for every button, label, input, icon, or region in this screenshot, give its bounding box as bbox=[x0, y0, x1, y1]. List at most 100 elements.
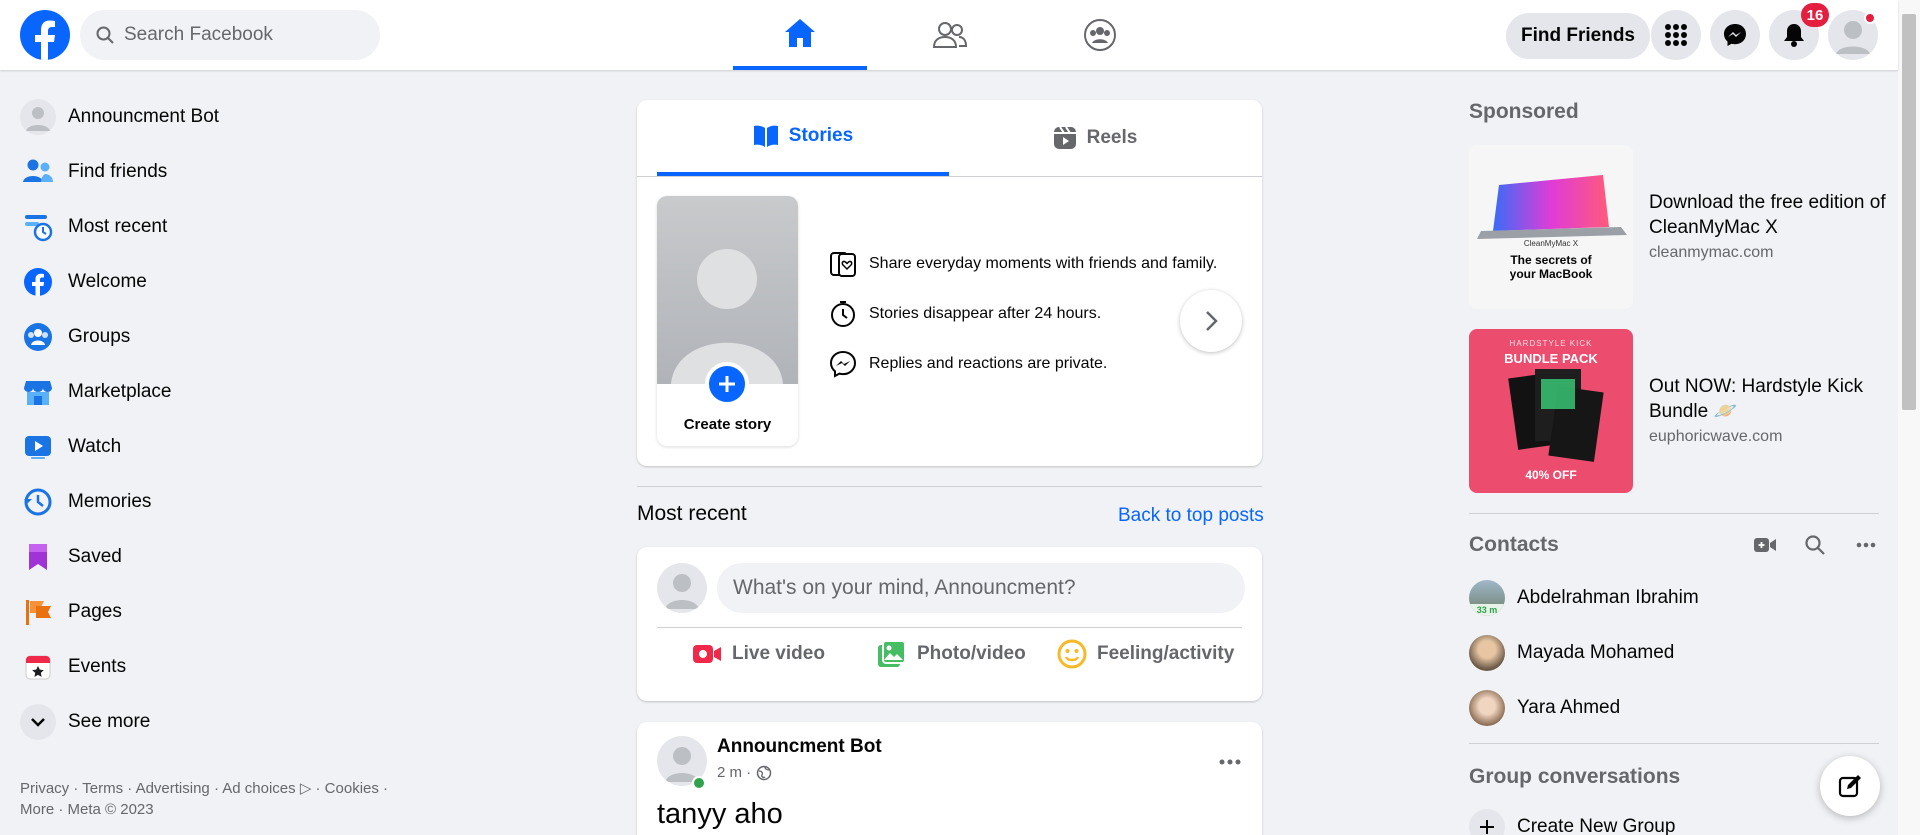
messenger-button[interactable] bbox=[1710, 10, 1760, 60]
story-info-row: Share everyday moments with friends and … bbox=[827, 248, 1217, 280]
ad-image-cleanmymac[interactable]: CleanMyMac X The secrets of your MacBook bbox=[1469, 145, 1633, 309]
create-group-button[interactable]: Create New Group bbox=[1469, 802, 1879, 835]
sidebar-item-events[interactable]: Events bbox=[20, 642, 400, 692]
group-conversations-heading: Group conversations bbox=[1469, 765, 1681, 788]
ad-image-caption: The secrets of your MacBook bbox=[1469, 253, 1633, 281]
sidebar-item-profile[interactable]: Announcment Bot bbox=[20, 92, 400, 142]
feeling-activity-button[interactable]: Feeling/activity bbox=[1057, 629, 1234, 679]
stories-next-button[interactable] bbox=[1180, 290, 1242, 352]
create-story-card[interactable]: Create story bbox=[657, 196, 798, 446]
plus-icon[interactable] bbox=[705, 362, 749, 406]
top-navigation-bar: Find Friends 16 bbox=[0, 0, 1898, 70]
facebook-icon bbox=[20, 264, 56, 300]
live-video-icon bbox=[692, 642, 722, 666]
sidebar-item-pages[interactable]: Pages bbox=[20, 587, 400, 637]
footer-line[interactable]: More · Meta © 2023 bbox=[20, 799, 440, 820]
tab-groups[interactable] bbox=[1033, 0, 1167, 70]
live-video-button[interactable]: Live video bbox=[692, 629, 825, 679]
tab-friends[interactable] bbox=[883, 0, 1017, 70]
sidebar-item-memories[interactable]: Memories bbox=[20, 477, 400, 527]
tab-label: Reels bbox=[1086, 127, 1138, 148]
scrollbar-thumb[interactable] bbox=[1902, 14, 1916, 410]
contact-item[interactable]: 33 m Abdelrahman Ibrahim bbox=[1469, 573, 1879, 623]
sidebar-item-welcome[interactable]: Welcome bbox=[20, 257, 400, 307]
search-input[interactable] bbox=[124, 24, 354, 46]
reels-icon bbox=[1053, 126, 1076, 149]
ad-domain[interactable]: cleanmymac.com bbox=[1649, 244, 1773, 262]
sidebar-item-label: Welcome bbox=[68, 271, 147, 292]
sidebar-item-most-recent[interactable]: Most recent bbox=[20, 202, 400, 252]
sidebar-item-label: Pages bbox=[68, 601, 122, 622]
tab-label: Stories bbox=[788, 125, 854, 146]
right-divider bbox=[1469, 513, 1879, 514]
menu-button[interactable] bbox=[1651, 10, 1701, 60]
contact-item[interactable]: Mayada Mohamed bbox=[1469, 628, 1879, 678]
photo-icon bbox=[877, 640, 907, 668]
search-icon bbox=[1805, 535, 1825, 555]
feed-post: Announcment Bot 2 m · tanyy aho bbox=[637, 722, 1262, 835]
avatar bbox=[1469, 690, 1505, 726]
back-to-top-link[interactable]: Back to top posts bbox=[1118, 505, 1264, 527]
tab-home[interactable] bbox=[733, 0, 867, 70]
sidebar-item-find-friends[interactable]: Find friends bbox=[20, 147, 400, 197]
active-time-badge: 33 m bbox=[1469, 604, 1505, 616]
post-timestamp[interactable]: 2 m · bbox=[717, 764, 751, 781]
friends-icon bbox=[20, 154, 56, 190]
avatar[interactable] bbox=[657, 563, 707, 613]
more-dots-icon bbox=[1856, 542, 1876, 548]
post-text: tanyy aho bbox=[657, 798, 783, 830]
post-author-name[interactable]: Announcment Bot bbox=[717, 736, 882, 758]
tab-reels[interactable]: Reels bbox=[949, 100, 1241, 176]
facebook-logo-icon[interactable] bbox=[20, 10, 70, 60]
feed-divider bbox=[637, 486, 1262, 487]
page-scrollbar[interactable] bbox=[1898, 0, 1920, 835]
find-friends-button[interactable]: Find Friends bbox=[1506, 13, 1650, 59]
sidebar-item-watch[interactable]: Watch bbox=[20, 422, 400, 472]
create-group-label: Create New Group bbox=[1517, 816, 1676, 835]
new-message-button[interactable] bbox=[1820, 756, 1880, 816]
ad-title[interactable]: Download the free edition of CleanMyMac … bbox=[1649, 190, 1889, 240]
photo-video-button[interactable]: Photo/video bbox=[877, 629, 1026, 679]
sidebar-item-label: Saved bbox=[68, 546, 122, 567]
notifications-badge: 16 bbox=[1801, 3, 1829, 27]
ad-image-line: your MacBook bbox=[1509, 267, 1593, 281]
sidebar-item-saved[interactable]: Saved bbox=[20, 532, 400, 582]
contact-item[interactable]: Yara Ahmed bbox=[1469, 683, 1879, 733]
messenger-icon bbox=[827, 348, 859, 380]
story-info-text: Replies and reactions are private. bbox=[869, 355, 1108, 372]
avatar bbox=[1469, 635, 1505, 671]
action-label: Feeling/activity bbox=[1097, 643, 1235, 664]
search-contacts-button[interactable] bbox=[1800, 530, 1830, 560]
sidebar-item-label: See more bbox=[68, 711, 151, 732]
sidebar-item-marketplace[interactable]: Marketplace bbox=[20, 367, 400, 417]
bell-icon bbox=[1784, 24, 1804, 47]
story-info-row: Stories disappear after 24 hours. bbox=[827, 298, 1101, 330]
tab-stories[interactable]: Stories bbox=[657, 100, 949, 176]
ad-image-line: The secrets of bbox=[1510, 253, 1592, 267]
video-add-icon bbox=[1754, 538, 1776, 552]
sidebar-item-see-more[interactable]: See more bbox=[20, 697, 400, 747]
contacts-heading: Contacts bbox=[1469, 533, 1559, 556]
sidebar-item-label: Most recent bbox=[68, 216, 168, 237]
grid-menu-icon bbox=[1665, 24, 1687, 46]
ad-image-hardstyle[interactable]: HARDSTYLE KICK BUNDLE PACK 40% OFF bbox=[1469, 329, 1633, 493]
sidebar-item-groups[interactable]: Groups bbox=[20, 312, 400, 362]
stories-card: Stories Reels Create story Share everyda… bbox=[637, 100, 1262, 466]
saved-icon bbox=[20, 539, 56, 575]
ad-title[interactable]: Out NOW: Hardstyle Kick Bundle 🪐 bbox=[1649, 374, 1889, 424]
post-composer: What's on your mind, Announcment? Live v… bbox=[637, 547, 1262, 701]
ad-domain[interactable]: euphoricwave.com bbox=[1649, 428, 1782, 446]
chevron-down-icon bbox=[20, 704, 56, 740]
ad-brand-text: CleanMyMac X bbox=[1523, 239, 1579, 248]
post-meta: 2 m · bbox=[717, 764, 772, 781]
search-bar[interactable] bbox=[80, 10, 380, 60]
new-room-button[interactable] bbox=[1750, 530, 1780, 560]
marketplace-icon bbox=[20, 374, 56, 410]
composer-input[interactable]: What's on your mind, Announcment? bbox=[717, 563, 1245, 613]
footer-links[interactable]: Privacy · Terms · Advertising · Ad choic… bbox=[20, 778, 440, 820]
chevron-right-icon bbox=[1206, 311, 1218, 331]
contacts-options-button[interactable] bbox=[1851, 530, 1881, 560]
post-options-button[interactable] bbox=[1212, 744, 1248, 780]
footer-line[interactable]: Privacy · Terms · Advertising · Ad choic… bbox=[20, 778, 440, 799]
pages-icon bbox=[20, 594, 56, 630]
